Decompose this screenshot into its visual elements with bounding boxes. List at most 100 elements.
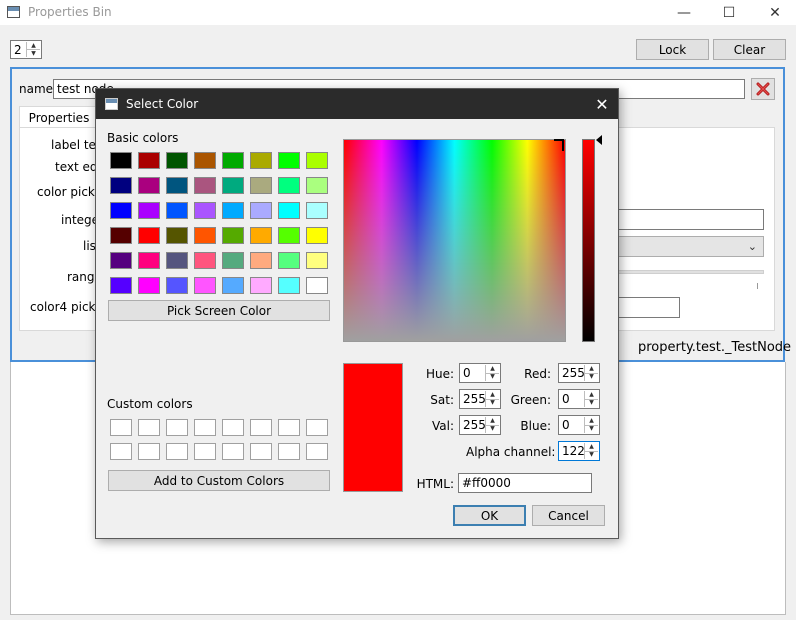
list-combobox[interactable]: ⌄ bbox=[618, 236, 764, 257]
spin-down-icon[interactable]: ▼ bbox=[585, 424, 598, 434]
sat-spinbox[interactable]: 255 ▲ ▼ bbox=[459, 389, 501, 409]
spin-up-icon[interactable]: ▲ bbox=[585, 417, 598, 425]
basic-color-swatch[interactable] bbox=[222, 277, 244, 294]
spin-down-icon[interactable]: ▼ bbox=[585, 450, 598, 460]
alpha-spinbox[interactable]: 122 ▲ ▼ bbox=[558, 441, 600, 461]
basic-color-swatch[interactable] bbox=[110, 152, 132, 169]
node-count-spinbox[interactable]: 2 ▲ ▼ bbox=[10, 40, 42, 59]
custom-color-swatch[interactable] bbox=[166, 443, 188, 460]
spin-up-icon[interactable]: ▲ bbox=[585, 391, 598, 399]
minimize-icon[interactable]: — bbox=[661, 0, 707, 25]
cancel-button[interactable]: Cancel bbox=[532, 505, 605, 526]
spin-down-icon[interactable]: ▼ bbox=[585, 398, 598, 408]
maximize-icon[interactable]: ☐ bbox=[706, 0, 752, 25]
custom-color-swatch[interactable] bbox=[194, 443, 216, 460]
luminance-arrow-icon[interactable] bbox=[596, 135, 602, 145]
custom-color-swatch[interactable] bbox=[250, 443, 272, 460]
basic-color-swatch[interactable] bbox=[250, 252, 272, 269]
basic-color-swatch[interactable] bbox=[306, 277, 328, 294]
hue-spinbox[interactable]: 0 ▲ ▼ bbox=[459, 363, 501, 383]
basic-color-swatch[interactable] bbox=[110, 202, 132, 219]
custom-color-swatch[interactable] bbox=[222, 443, 244, 460]
custom-color-swatch[interactable] bbox=[222, 419, 244, 436]
custom-color-swatch[interactable] bbox=[306, 443, 328, 460]
integer-input[interactable] bbox=[618, 209, 764, 230]
red-spinbox[interactable]: 255 ▲ ▼ bbox=[558, 363, 600, 383]
basic-color-swatch[interactable] bbox=[138, 252, 160, 269]
basic-color-swatch[interactable] bbox=[138, 227, 160, 244]
basic-color-swatch[interactable] bbox=[194, 227, 216, 244]
basic-color-swatch[interactable] bbox=[250, 277, 272, 294]
basic-color-swatch[interactable] bbox=[194, 277, 216, 294]
spin-up-icon[interactable]: ▲ bbox=[486, 391, 499, 399]
basic-color-swatch[interactable] bbox=[110, 227, 132, 244]
custom-color-swatch[interactable] bbox=[250, 419, 272, 436]
spin-up-icon[interactable]: ▲ bbox=[486, 417, 499, 425]
spin-up-icon[interactable]: ▲ bbox=[585, 365, 598, 373]
basic-color-swatch[interactable] bbox=[306, 202, 328, 219]
clear-button[interactable]: Clear bbox=[713, 39, 786, 60]
basic-color-swatch[interactable] bbox=[222, 202, 244, 219]
basic-color-swatch[interactable] bbox=[306, 152, 328, 169]
spin-down-icon[interactable]: ▼ bbox=[486, 398, 499, 408]
spin-down-icon[interactable]: ▼ bbox=[486, 424, 499, 434]
spin-down-icon[interactable]: ▼ bbox=[486, 372, 499, 382]
basic-color-swatch[interactable] bbox=[278, 277, 300, 294]
basic-color-swatch[interactable] bbox=[306, 177, 328, 194]
basic-color-swatch[interactable] bbox=[278, 252, 300, 269]
basic-color-swatch[interactable] bbox=[166, 177, 188, 194]
basic-color-swatch[interactable] bbox=[194, 152, 216, 169]
spin-down-icon[interactable]: ▼ bbox=[585, 372, 598, 382]
custom-color-swatch[interactable] bbox=[110, 419, 132, 436]
basic-color-swatch[interactable] bbox=[194, 252, 216, 269]
basic-color-swatch[interactable] bbox=[250, 202, 272, 219]
spin-up-icon[interactable]: ▲ bbox=[27, 42, 40, 49]
remove-node-button[interactable] bbox=[751, 78, 775, 100]
basic-color-swatch[interactable] bbox=[138, 202, 160, 219]
basic-color-swatch[interactable] bbox=[166, 152, 188, 169]
luminance-slider[interactable] bbox=[582, 139, 595, 342]
blue-spinbox[interactable]: 0 ▲ ▼ bbox=[558, 415, 600, 435]
custom-color-swatch[interactable] bbox=[138, 419, 160, 436]
spin-down-icon[interactable]: ▼ bbox=[27, 49, 40, 57]
spin-up-icon[interactable]: ▲ bbox=[585, 443, 598, 451]
basic-color-swatch[interactable] bbox=[138, 277, 160, 294]
basic-color-swatch[interactable] bbox=[222, 152, 244, 169]
basic-color-swatch[interactable] bbox=[306, 252, 328, 269]
basic-color-swatch[interactable] bbox=[166, 227, 188, 244]
custom-color-swatch[interactable] bbox=[194, 419, 216, 436]
basic-color-swatch[interactable] bbox=[194, 202, 216, 219]
custom-color-swatch[interactable] bbox=[278, 443, 300, 460]
basic-color-swatch[interactable] bbox=[222, 252, 244, 269]
color4-input[interactable] bbox=[618, 297, 680, 318]
color-spectrum[interactable] bbox=[343, 139, 566, 342]
basic-color-swatch[interactable] bbox=[138, 177, 160, 194]
basic-color-swatch[interactable] bbox=[194, 177, 216, 194]
basic-color-swatch[interactable] bbox=[110, 252, 132, 269]
basic-color-swatch[interactable] bbox=[278, 152, 300, 169]
close-icon[interactable]: ✕ bbox=[752, 0, 796, 25]
basic-color-swatch[interactable] bbox=[250, 227, 272, 244]
basic-color-swatch[interactable] bbox=[278, 227, 300, 244]
basic-color-swatch[interactable] bbox=[166, 277, 188, 294]
basic-color-swatch[interactable] bbox=[222, 177, 244, 194]
range-slider-track[interactable] bbox=[618, 270, 764, 274]
basic-color-swatch[interactable] bbox=[278, 177, 300, 194]
green-spinbox[interactable]: 0 ▲ ▼ bbox=[558, 389, 600, 409]
custom-color-swatch[interactable] bbox=[306, 419, 328, 436]
add-to-custom-colors-button[interactable]: Add to Custom Colors bbox=[108, 470, 330, 491]
tab-properties[interactable]: Properties bbox=[19, 106, 99, 128]
basic-color-swatch[interactable] bbox=[222, 227, 244, 244]
lock-button[interactable]: Lock bbox=[636, 39, 709, 60]
custom-color-swatch[interactable] bbox=[278, 419, 300, 436]
basic-color-swatch[interactable] bbox=[250, 152, 272, 169]
basic-color-swatch[interactable] bbox=[110, 177, 132, 194]
spectrum-crosshair[interactable] bbox=[554, 139, 564, 151]
basic-color-swatch[interactable] bbox=[166, 202, 188, 219]
dialog-close-icon[interactable]: ✕ bbox=[588, 92, 616, 116]
custom-color-swatch[interactable] bbox=[110, 443, 132, 460]
custom-color-swatch[interactable] bbox=[138, 443, 160, 460]
spin-up-icon[interactable]: ▲ bbox=[486, 365, 499, 373]
basic-color-swatch[interactable] bbox=[138, 152, 160, 169]
basic-color-swatch[interactable] bbox=[306, 227, 328, 244]
